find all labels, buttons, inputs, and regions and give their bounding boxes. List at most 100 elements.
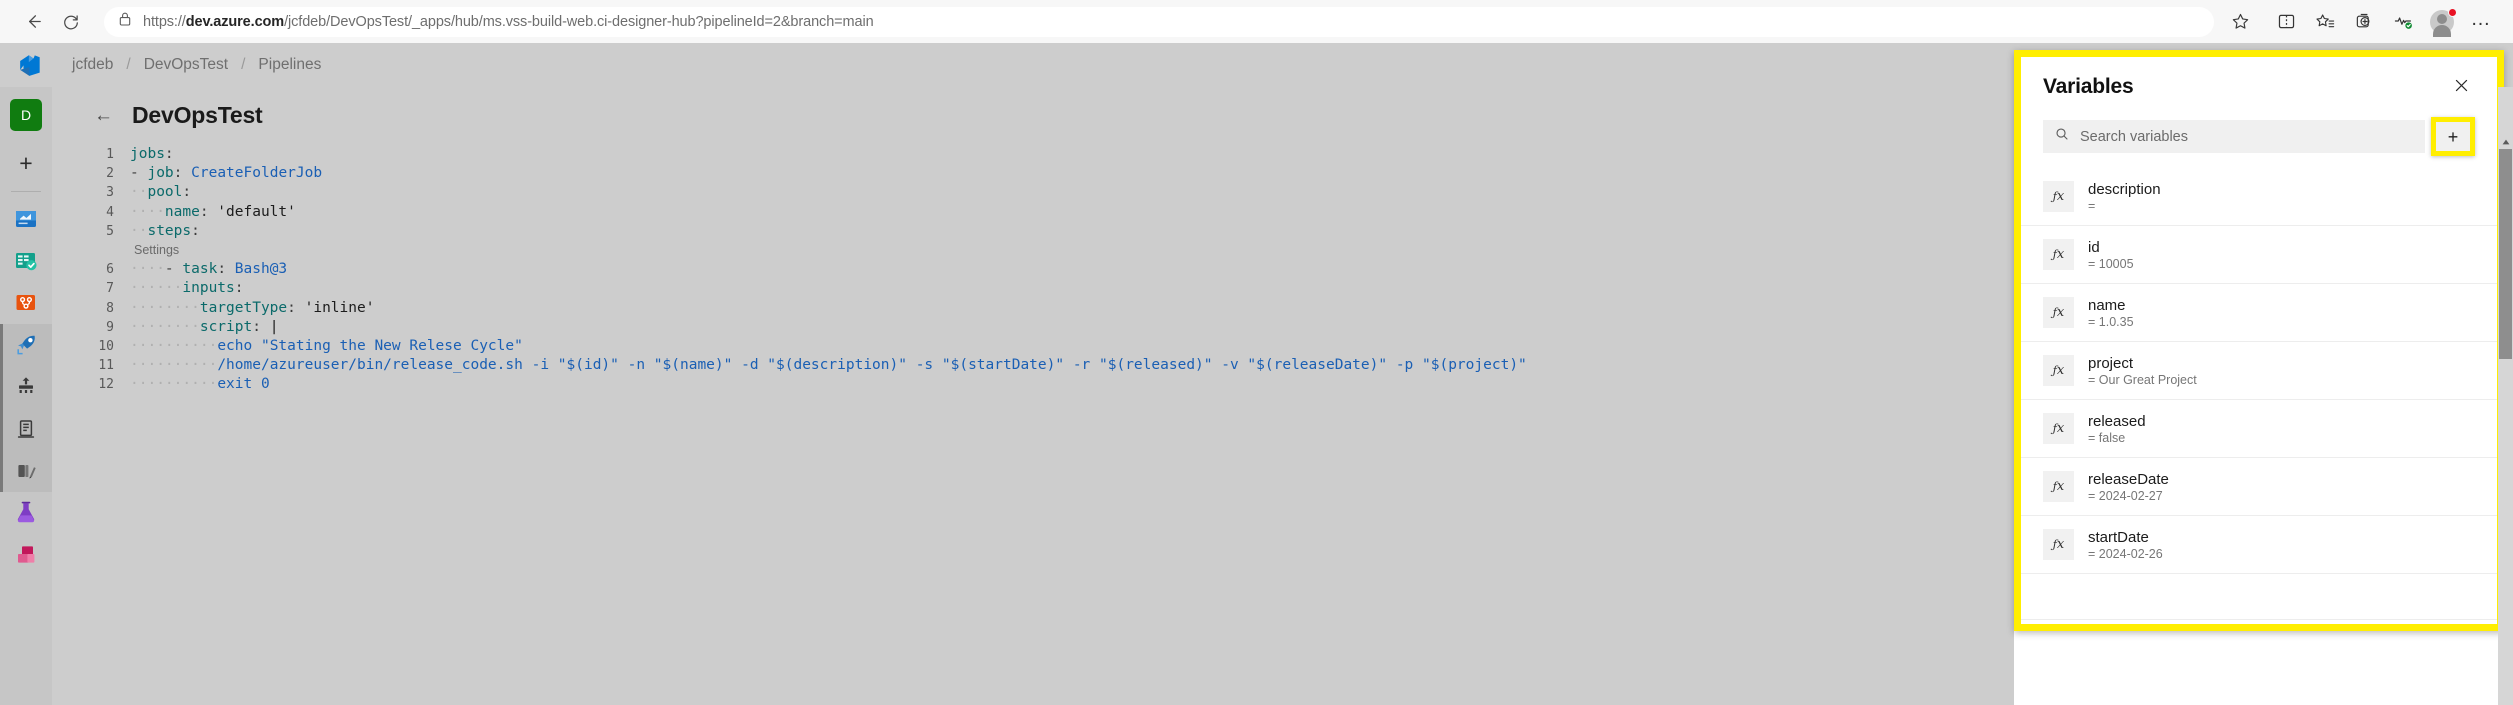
variable-name: startDate [2088, 528, 2149, 546]
add-new-button[interactable]: + [8, 145, 44, 181]
line-number: 8 [106, 300, 114, 316]
code-text: ········script: | [130, 318, 279, 335]
variable-row[interactable]: ƒ x description = [2021, 168, 2497, 226]
fx-icon: ƒx [2043, 355, 2074, 386]
scroll-up-arrow-icon[interactable] [2498, 135, 2513, 149]
code-text: ··········exit 0 [130, 376, 270, 393]
code-text: ··steps: [130, 222, 200, 239]
url-path: /jcfdeb/DevOpsTest/_apps/hub/ms.vss-buil… [284, 13, 874, 30]
panel-scrollbar-thumb[interactable] [2499, 149, 2512, 359]
code-text: jobs: [130, 146, 174, 162]
search-icon [2055, 127, 2069, 146]
variable-value: = 10005 [2088, 256, 2134, 271]
more-dots: … [2470, 7, 2492, 30]
search-input[interactable]: Search variables [2043, 120, 2425, 153]
browser-essentials-icon[interactable] [2385, 6, 2421, 38]
line-number: 2 [106, 166, 114, 182]
variables-panel: Variables Search variables + ƒ x descripti… [2021, 57, 2497, 624]
variable-value: = 2024-02-27 [2088, 488, 2163, 503]
variable-value: = Our Great Project [2088, 372, 2197, 387]
lock-icon [118, 11, 132, 32]
breadcrumb-item-pipelines[interactable]: Pipelines [256, 56, 323, 74]
url-scheme: https:// [143, 13, 186, 30]
browser-toolbar: https://dev.azure.com/jcfdeb/DevOpsTest/… [0, 0, 2513, 43]
profile-avatar[interactable] [2424, 6, 2460, 38]
code-text: ········targetType: 'inline' [130, 299, 375, 316]
variable-texts: description = [2088, 181, 2161, 213]
notification-badge [2448, 7, 2457, 17]
sidebar-item-task-groups[interactable] [0, 450, 52, 492]
variables-list-empty-row [2021, 574, 2497, 620]
add-variable-highlight: + [2431, 117, 2475, 156]
browser-reload-button[interactable] [52, 3, 90, 41]
sidebar-item-overview[interactable] [0, 198, 52, 240]
panel-scrollbar[interactable] [2498, 87, 2513, 705]
azure-devops-logo[interactable] [14, 48, 48, 82]
back-button[interactable]: ← [94, 106, 113, 125]
sidebar-item-boards[interactable] [0, 240, 52, 282]
breadcrumb-separator: / [126, 56, 131, 73]
variable-row[interactable]: ƒ x releaseDate = 2024-02-27 [2021, 458, 2497, 516]
variable-row[interactable]: ƒ x name = 1.0.35 [2021, 284, 2497, 342]
variable-texts: id = 10005 [2088, 239, 2134, 271]
code-text: ··········echo "Stating the New Relese C… [130, 337, 523, 354]
line-number: 3 [106, 185, 114, 201]
variable-row[interactable]: ƒ x released = false [2021, 400, 2497, 458]
add-variable-button[interactable]: + [2436, 122, 2470, 151]
code-text: ··pool: [130, 184, 192, 201]
url-host: dev.azure.com [185, 13, 285, 30]
line-number: 10 [98, 338, 114, 354]
project-avatar[interactable]: D [10, 99, 42, 131]
sidebar-item-test-plans[interactable] [0, 492, 52, 534]
fx-icon: ƒx [2043, 239, 2074, 270]
sidebar-item-artifacts[interactable] [0, 534, 52, 576]
sidebar-item-releases[interactable] [0, 366, 52, 408]
fx-icon: ƒx [2043, 413, 2074, 444]
variable-name: released [2088, 412, 2146, 430]
split-screen-icon[interactable] [2268, 6, 2304, 38]
breadcrumb-item-project[interactable]: DevOpsTest [142, 56, 230, 74]
favorites-list-icon[interactable] [2307, 6, 2343, 38]
code-text: ····- task: Bash@3 [130, 261, 288, 278]
line-number: 1 [106, 147, 114, 162]
variable-name: releaseDate [2088, 470, 2169, 488]
code-text: ····name: 'default' [130, 203, 296, 220]
fx-icon: ƒx [2043, 297, 2074, 328]
sidebar-item-library[interactable] [0, 408, 52, 450]
breadcrumb-item-org[interactable]: jcfdeb [70, 56, 115, 74]
variable-value: = 1.0.35 [2088, 314, 2134, 329]
address-bar[interactable]: https://dev.azure.com/jcfdeb/DevOpsTest/… [104, 6, 2214, 37]
line-number: 5 [106, 223, 114, 239]
variable-row[interactable]: ƒ x project = Our Great Project [2021, 342, 2497, 400]
close-icon[interactable] [2448, 74, 2475, 100]
variable-name: id [2088, 238, 2100, 256]
fx-icon: ƒx [2043, 181, 2074, 212]
browser-back-button[interactable] [14, 3, 52, 41]
variable-texts: releaseDate = 2024-02-27 [2088, 471, 2169, 503]
variable-row[interactable]: ƒ x startDate = 2024-02-26 [2021, 516, 2497, 574]
sidebar-group-pipelines [0, 324, 52, 492]
variable-texts: name = 1.0.35 [2088, 297, 2134, 329]
settings-more-icon[interactable]: … [2463, 6, 2499, 38]
sidebar-item-repos[interactable] [0, 282, 52, 324]
line-number: 9 [106, 319, 114, 335]
browser-extension-icons: … [2268, 6, 2499, 38]
variable-row[interactable]: ƒ x id = 10005 [2021, 226, 2497, 284]
panel-backdrop [2014, 624, 2504, 705]
codelens-settings-link[interactable]: Settings [130, 241, 179, 260]
line-number: 7 [106, 281, 114, 297]
code-text: - job: CreateFolderJob [130, 165, 323, 182]
variables-list: ƒ x description = ƒ x id = 10005 ƒ x name = 1.0.35 ƒ… [2021, 168, 2497, 620]
favorite-star-icon[interactable] [2224, 7, 2256, 37]
breadcrumb-separator: / [241, 56, 246, 73]
variable-name: name [2088, 296, 2126, 314]
variable-value: = false [2088, 430, 2126, 445]
line-number: 11 [98, 358, 114, 374]
breadcrumb: jcfdeb / DevOpsTest / Pipelines [70, 56, 323, 74]
collections-icon[interactable] [2346, 6, 2382, 38]
variable-name: project [2088, 354, 2134, 372]
sidebar-item-pipelines[interactable] [0, 324, 52, 366]
variable-texts: project = Our Great Project [2088, 355, 2197, 387]
variable-value: = 2024-02-26 [2088, 546, 2163, 561]
sidebar-divider [11, 191, 41, 192]
